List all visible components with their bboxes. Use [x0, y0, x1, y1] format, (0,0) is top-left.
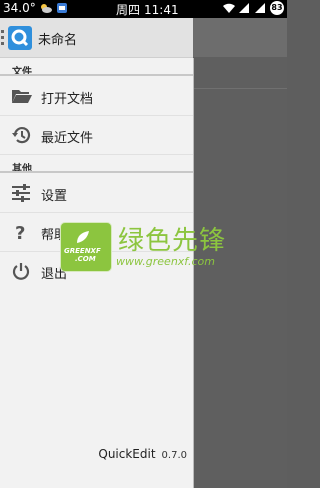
signal-icon-2: [254, 2, 266, 14]
navigation-drawer: 文件 打开文档 最近文件 其他 设置 ? 帮助 退出 QuickEdit 0.7…: [0, 58, 194, 488]
menu-item-settings[interactable]: 设置: [0, 174, 193, 213]
app-name: QuickEdit: [98, 447, 156, 461]
section-divider: [0, 171, 193, 173]
app-version-footer: QuickEdit 0.7.0: [98, 447, 187, 461]
signal-icon: [238, 2, 250, 14]
app-version: 0.7.0: [161, 450, 187, 461]
status-bar: 34.0° 周四 11:41 83: [0, 0, 287, 18]
temperature-text: 34.0°: [3, 1, 36, 15]
watermark-brand: 绿色先锋: [118, 226, 227, 256]
section-divider: [0, 74, 193, 76]
menu-item-label: 打开文档: [41, 92, 94, 107]
weekday-text: 周四: [116, 3, 141, 17]
divider: [193, 88, 287, 89]
help-question-icon: ?: [11, 222, 31, 244]
menu-item-label: 最近文件: [41, 131, 94, 146]
menu-item-label: 设置: [41, 189, 68, 204]
document-title: 未命名: [38, 33, 78, 48]
watermark: GREENXF .COM 绿色先锋 www.greenxf.com: [60, 222, 230, 272]
svg-text:?: ?: [15, 223, 25, 242]
watermark-logo-domain: .COM: [75, 255, 96, 263]
power-icon: [11, 261, 31, 281]
menu-item-open-document[interactable]: 打开文档: [0, 77, 193, 116]
section-header-file: 文件: [0, 60, 193, 78]
folder-open-icon: [11, 86, 32, 106]
menu-item-recent-files[interactable]: 最近文件: [0, 116, 193, 155]
watermark-logo-text: GREENXF: [64, 247, 101, 255]
action-bar: 未命名: [0, 18, 193, 58]
section-header-other: 其他: [0, 157, 193, 175]
history-icon: [11, 125, 31, 145]
weather-icon: [40, 2, 52, 14]
clock: 周四 11:41: [116, 1, 183, 18]
time-text: 11:41: [144, 3, 179, 17]
watermark-logo: GREENXF .COM: [60, 222, 112, 272]
drawer-indicator-icon[interactable]: [1, 30, 4, 48]
app-notification-icon: [56, 2, 68, 14]
wifi-icon: [222, 2, 235, 14]
app-logo-icon[interactable]: [8, 26, 32, 50]
settings-sliders-icon: [11, 183, 31, 203]
watermark-url: www.greenxf.com: [116, 255, 215, 268]
editor-toolbar: [193, 18, 287, 57]
battery-icon: 83: [270, 1, 284, 15]
